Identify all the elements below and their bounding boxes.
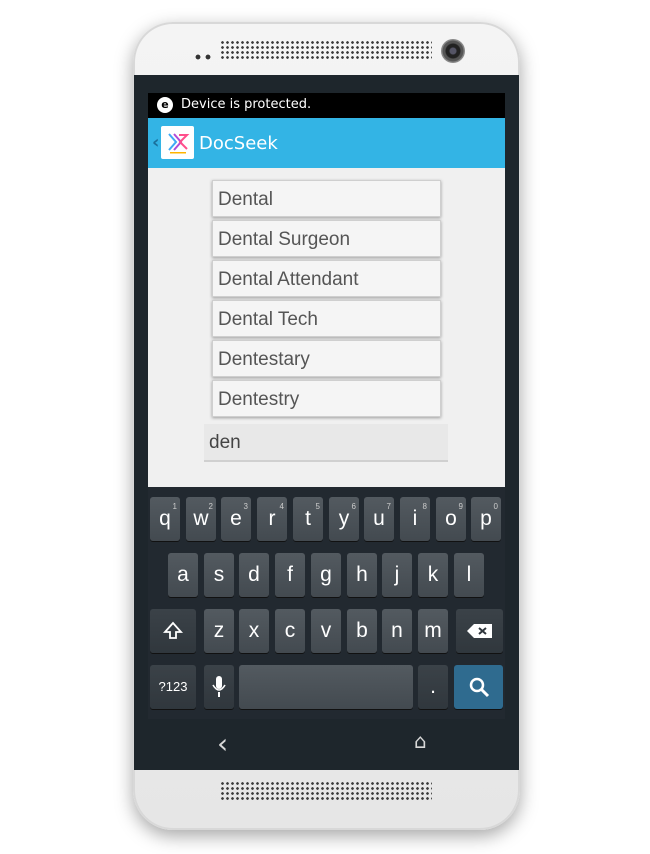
key-d[interactable]: d <box>239 553 269 597</box>
key-a[interactable]: a <box>168 553 198 597</box>
up-navigation-icon[interactable]: ‹ <box>152 132 159 153</box>
microphone-icon <box>212 676 226 697</box>
period-key[interactable]: . <box>418 665 448 709</box>
key-s[interactable]: s <box>204 553 234 597</box>
key-b[interactable]: b <box>347 609 377 653</box>
suggestion-item[interactable]: Dental Tech <box>212 300 441 337</box>
back-icon[interactable]: ‹ <box>217 727 228 760</box>
symbols-key[interactable]: ?123 <box>150 665 196 709</box>
app-title: DocSeek <box>199 133 278 154</box>
action-bar: ‹ DocSeek <box>148 118 505 168</box>
key-t[interactable]: 5t <box>293 497 323 541</box>
sensor-dots <box>193 54 213 60</box>
suggestion-item[interactable]: Dental Surgeon <box>212 220 441 257</box>
key-y[interactable]: 6y <box>329 497 359 541</box>
suggestion-item[interactable]: Dentestry <box>212 380 441 417</box>
key-g[interactable]: g <box>311 553 341 597</box>
key-l[interactable]: l <box>454 553 484 597</box>
suggestion-item[interactable]: Dental Attendant <box>212 260 441 297</box>
key-x[interactable]: x <box>239 609 269 653</box>
key-o[interactable]: 9o <box>436 497 466 541</box>
shift-arrow-icon <box>162 621 184 639</box>
key-r[interactable]: 4r <box>257 497 287 541</box>
key-n[interactable]: n <box>382 609 412 653</box>
bottom-speaker-grille <box>220 781 432 801</box>
suggestion-item[interactable]: Dental <box>212 180 441 217</box>
key-c[interactable]: c <box>275 609 305 653</box>
key-u[interactable]: 7u <box>364 497 394 541</box>
main-content: Dental Dental Surgeon Dental Attendant D… <box>148 168 505 487</box>
docseek-logo-icon[interactable] <box>161 126 194 159</box>
navigation-bar: ‹ ⌂ <box>134 719 519 770</box>
search-icon <box>469 677 489 698</box>
key-z[interactable]: z <box>204 609 234 653</box>
key-i[interactable]: 8i <box>400 497 430 541</box>
key-h[interactable]: h <box>347 553 377 597</box>
key-w[interactable]: 2w <box>186 497 216 541</box>
home-icon[interactable]: ⌂ <box>414 729 427 753</box>
key-p[interactable]: 0p <box>471 497 501 541</box>
key-k[interactable]: k <box>418 553 448 597</box>
top-speaker-grille <box>220 40 432 60</box>
key-e[interactable]: 3e <box>221 497 251 541</box>
key-j[interactable]: j <box>382 553 412 597</box>
suggestion-item[interactable]: Dentestary <box>212 340 441 377</box>
search-input[interactable]: den <box>204 424 448 462</box>
soft-keyboard: 1q 2w 3e 4r 5t 6y 7u 8i 9o 0p a s d f g … <box>148 487 505 719</box>
space-key[interactable] <box>239 665 413 709</box>
status-bar: e Device is protected. <box>148 93 505 118</box>
key-f[interactable]: f <box>275 553 305 597</box>
voice-key[interactable] <box>204 665 234 709</box>
autocomplete-dropdown: Dental Dental Surgeon Dental Attendant D… <box>212 180 441 418</box>
protection-icon: e <box>157 97 173 113</box>
device-screen: e Device is protected. ‹ DocSeek Dental … <box>148 93 505 719</box>
key-m[interactable]: m <box>418 609 448 653</box>
key-q[interactable]: 1q <box>150 497 180 541</box>
backspace-key[interactable] <box>456 609 503 653</box>
key-v[interactable]: v <box>311 609 341 653</box>
shift-key[interactable] <box>150 609 196 653</box>
backspace-icon <box>466 624 492 638</box>
status-text: Device is protected. <box>181 97 312 112</box>
front-camera <box>441 39 465 63</box>
search-key[interactable] <box>454 665 503 709</box>
